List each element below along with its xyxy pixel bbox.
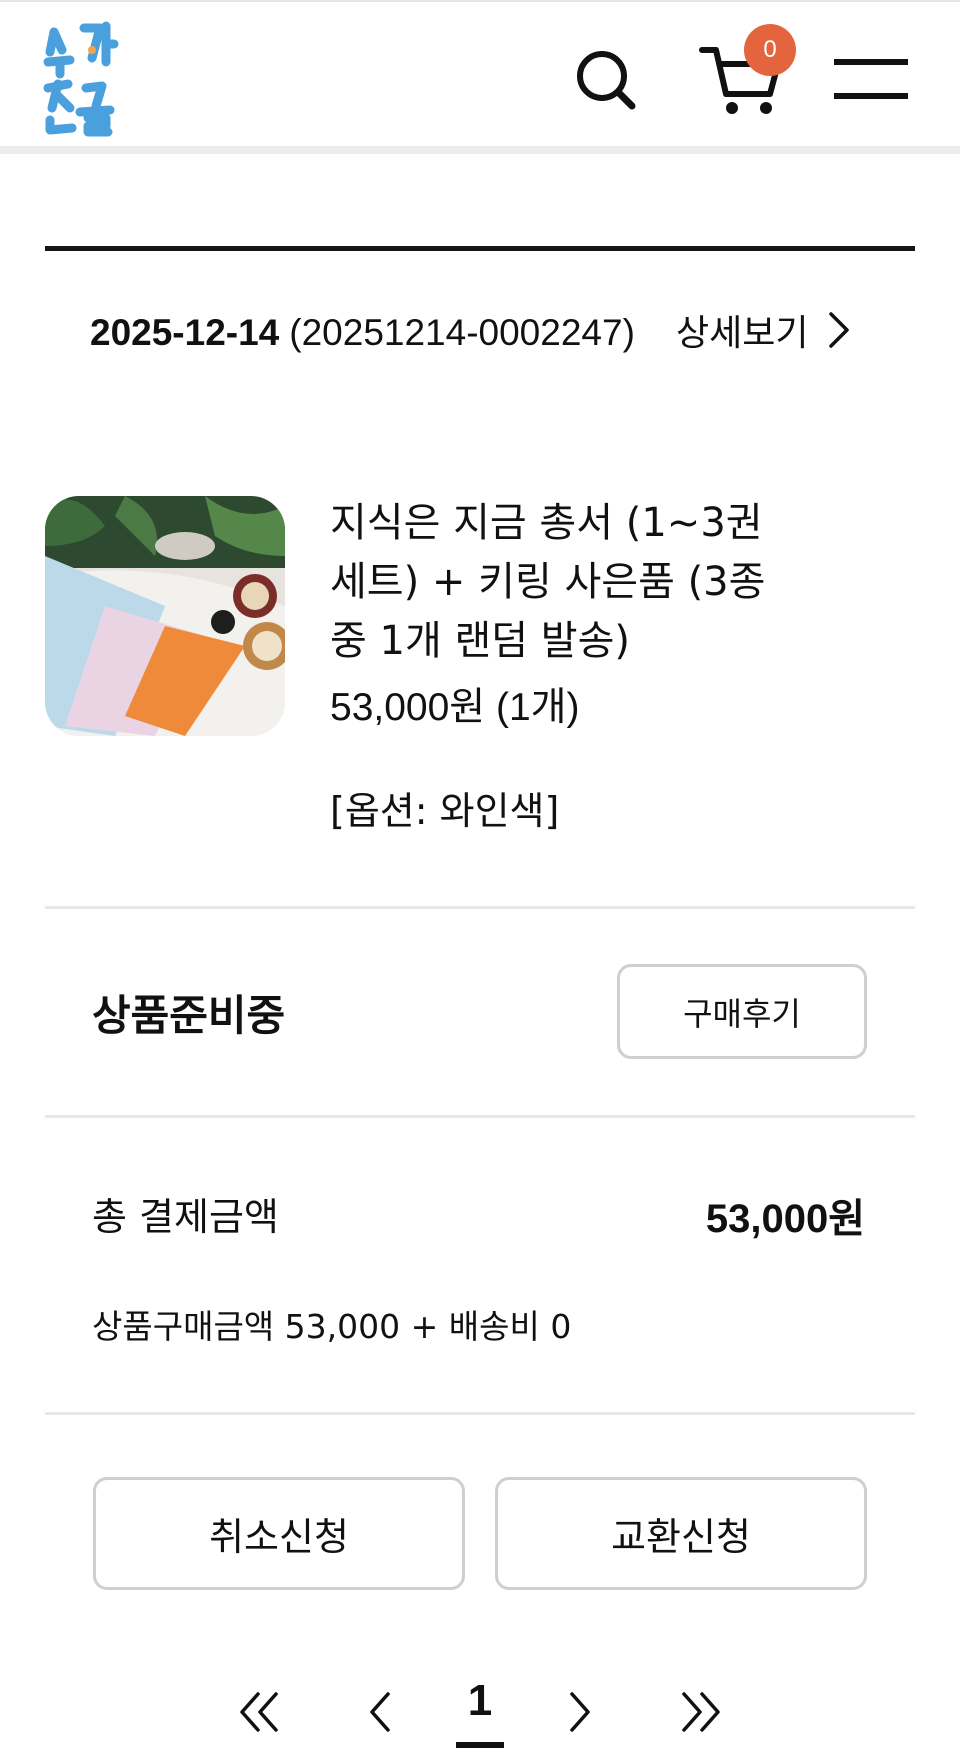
search-icon — [577, 51, 636, 110]
product-photo — [45, 496, 285, 736]
exchange-request-button[interactable]: 교환신청 — [495, 1477, 867, 1590]
order-date: 2025-12-14 — [90, 312, 280, 353]
order-number: (20251214-0002247) — [289, 312, 635, 353]
write-review-button[interactable]: 구매후기 — [617, 964, 867, 1059]
section-top-rule — [45, 246, 915, 251]
cart-count-badge: 0 — [744, 24, 796, 76]
order-detail-label: 상세보기 — [676, 313, 809, 354]
total-payment-value: 53,000원 — [705, 1197, 865, 1241]
order-detail-link[interactable]: 상세보기 — [676, 304, 852, 356]
double-chevron-left-icon — [240, 1692, 278, 1732]
current-page-indicator — [456, 1742, 504, 1748]
header-divider — [0, 146, 960, 154]
product-price: 53,000원 (1개) — [330, 686, 580, 729]
cancel-request-button[interactable]: 취소신청 — [93, 1477, 465, 1590]
search-button[interactable] — [568, 42, 648, 122]
payment-breakdown: 상품구매금액 53,000 + 배송비 0 — [92, 1307, 572, 1346]
logo-icon — [43, 21, 119, 137]
last-page-button[interactable] — [676, 1690, 724, 1738]
product-option: [옵션: 와인색] — [330, 789, 560, 833]
pagination: 1 — [0, 1676, 960, 1752]
hamburger-icon — [834, 59, 908, 99]
product-image[interactable] — [45, 496, 285, 736]
double-chevron-right-icon — [682, 1692, 720, 1732]
divider — [45, 906, 915, 909]
chevron-right-icon — [570, 1692, 590, 1732]
order-header: 2025-12-14 (20251214-0002247) — [90, 312, 635, 354]
top-header: 0 — [0, 0, 960, 148]
menu-button[interactable] — [826, 50, 916, 110]
prev-page-button[interactable] — [366, 1690, 396, 1738]
total-payment-label: 총 결제금액 — [92, 1195, 279, 1239]
current-page[interactable]: 1 — [448, 1676, 512, 1726]
chevron-left-icon — [370, 1692, 390, 1732]
divider — [45, 1412, 915, 1415]
divider — [45, 1115, 915, 1118]
chevron-right-icon — [829, 312, 850, 348]
logo[interactable] — [40, 18, 140, 138]
first-page-button[interactable] — [236, 1690, 284, 1738]
order-status: 상품준비중 — [92, 991, 286, 1040]
next-page-button[interactable] — [564, 1690, 594, 1738]
product-name[interactable]: 지식은 지금 총서 (1~3권 세트) + 키링 사은품 (3종 중 1개 랜덤… — [330, 494, 780, 671]
